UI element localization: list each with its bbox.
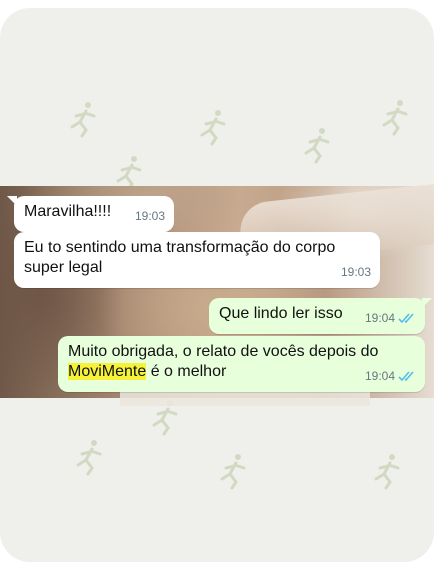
message-text: Que lindo ler isso: [219, 305, 343, 322]
message-time: 19:03: [340, 265, 371, 279]
highlighted-brand-text: MoviMente: [68, 363, 147, 380]
message-text: Maravilha!!!!: [24, 203, 112, 220]
message-line: super legal: [24, 259, 103, 276]
message-line: Muito obrigada, o relato de vocês depois…: [68, 343, 379, 360]
outgoing-message[interactable]: Que lindo ler isso 19:04: [209, 298, 432, 334]
message-line: Eu to sentindo uma transformação do corp…: [24, 239, 336, 256]
incoming-message[interactable]: Eu to sentindo uma transformação do corp…: [14, 232, 380, 288]
message-time: 19:03: [134, 209, 165, 223]
running-person-icon: [382, 100, 408, 136]
running-person-icon: [70, 102, 96, 138]
running-person-icon: [374, 454, 400, 490]
double-check-read-icon: [398, 312, 416, 324]
outgoing-message[interactable]: Muito obrigada, o relato de vocês depois…: [58, 336, 425, 392]
running-person-icon: [220, 454, 246, 490]
message-time: 19:04: [364, 311, 395, 325]
bubble-tail: [422, 298, 432, 308]
message-meta: 19:04: [365, 308, 416, 328]
incoming-message[interactable]: Maravilha!!!! 19:03: [7, 196, 174, 232]
message-meta: 19:04: [365, 366, 416, 386]
message-text: Eu to sentindo uma transformação do corp…: [24, 238, 370, 278]
message-line: MoviMente é o melhor: [68, 362, 415, 382]
message-line-rest: é o melhor: [146, 363, 227, 380]
running-person-icon: [304, 128, 330, 164]
message-time: 19:04: [364, 369, 395, 383]
double-check-read-icon: [398, 370, 416, 382]
message-text: Muito obrigada, o relato de vocês depois…: [68, 342, 415, 382]
message-meta: 19:03: [135, 206, 165, 226]
chat-screenshot-frame: Maravilha!!!! 19:03 Eu to sentindo uma t…: [0, 8, 434, 562]
message-meta: 19:03: [341, 262, 371, 282]
bubble-tail: [7, 196, 17, 206]
running-person-icon: [200, 110, 226, 146]
running-person-icon: [76, 440, 102, 476]
